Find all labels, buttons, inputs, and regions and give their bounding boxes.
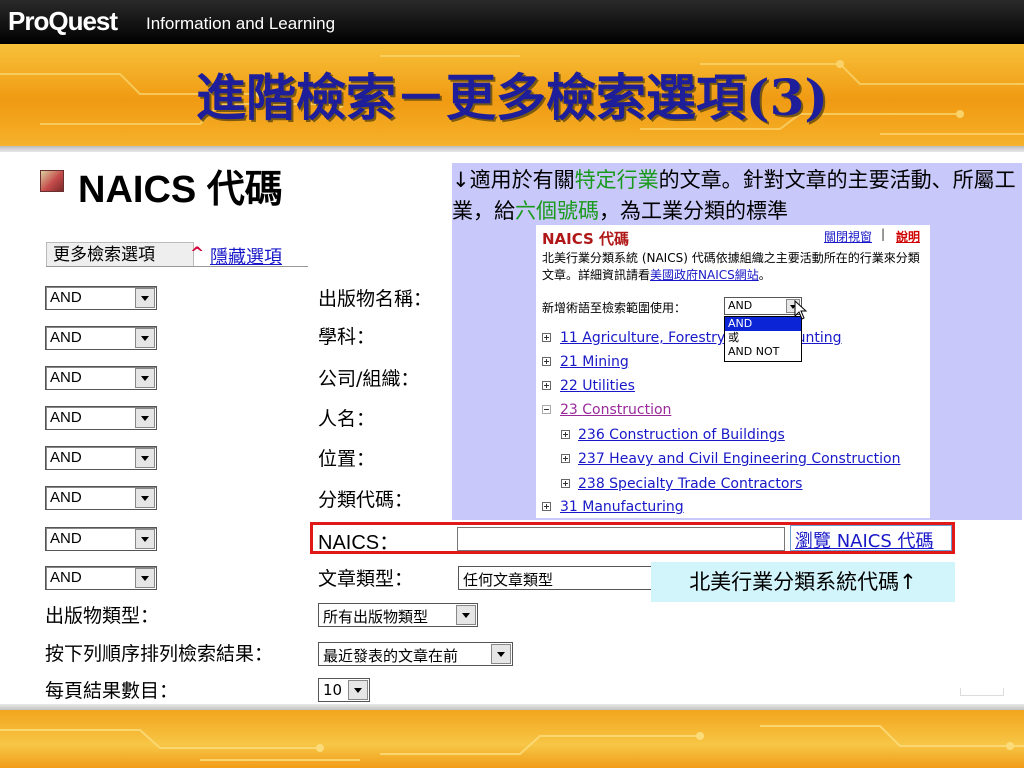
doc-type-select[interactable]: 任何文章類型	[458, 566, 658, 590]
bullet-icon	[40, 170, 64, 192]
per-page-select[interactable]: 10	[318, 678, 370, 702]
brand-subtitle: Information and Learning	[146, 14, 336, 33]
operator-dropdown-list: AND 或 AND NOT	[724, 316, 802, 362]
proquest-logo: ProQuest	[8, 6, 118, 36]
operator-select-5[interactable]: AND	[45, 446, 157, 470]
mouse-pointer-icon	[794, 300, 808, 320]
note-highlight: 六個號碼	[515, 199, 599, 223]
field-label-company: 公司/組織：	[318, 368, 420, 390]
chevron-down-icon[interactable]	[135, 529, 155, 549]
browse-naics-link[interactable]: 瀏覽 NAICS 代碼	[795, 527, 934, 553]
operator-value: AND	[50, 289, 82, 306]
gov-naics-site-link[interactable]: 美國政府NAICS網站	[650, 268, 759, 282]
tab-more-options[interactable]: 更多檢索選項	[46, 242, 194, 267]
doc-type-value: 任何文章類型	[463, 571, 554, 589]
tree-item-label: 11 Agriculture, Forestry, F	[560, 330, 743, 346]
field-label-doc-type: 文章類型：	[318, 568, 414, 590]
field-label-person: 人名：	[318, 408, 376, 430]
popup-operator-select[interactable]: AND	[724, 297, 802, 315]
naics-field-label: NAICS：	[318, 532, 400, 554]
description-text: 。	[758, 268, 771, 282]
tree-item-22[interactable]: 22 Utilities	[560, 378, 635, 394]
title-divider	[0, 146, 1024, 152]
chevron-down-icon[interactable]	[135, 488, 155, 508]
operator-value: AND	[50, 329, 82, 346]
circuit-decoration	[0, 725, 1024, 761]
operator-value: AND	[50, 530, 82, 547]
tree-item-21[interactable]: 21 Mining	[560, 354, 629, 370]
expand-icon[interactable]	[542, 333, 551, 342]
per-page-label: 每頁結果數目：	[45, 680, 179, 702]
tree-item-236[interactable]: 236 Construction of Buildings	[578, 427, 785, 443]
operator-value: AND	[50, 409, 82, 426]
chevron-down-icon[interactable]	[348, 680, 368, 700]
operator-select-4[interactable]: AND	[45, 406, 157, 430]
pub-type-label: 出版物類型：	[45, 605, 160, 627]
tab-divider	[46, 266, 308, 267]
pub-type-select[interactable]: 所有出版物類型	[318, 603, 478, 627]
page-title: 進階檢索－更多檢索選項(3)	[195, 68, 829, 127]
section-heading: NAICS 代碼	[78, 169, 283, 211]
tree-item-23[interactable]: 23 Construction	[560, 402, 671, 418]
dropdown-option[interactable]: AND NOT	[725, 345, 801, 359]
caret-up-icon: ^	[190, 244, 205, 264]
help-link[interactable]: 說明	[896, 228, 920, 245]
add-term-label: 新增術語至檢索範圍使用：	[542, 301, 687, 315]
operator-value: AND	[50, 489, 82, 506]
sort-select[interactable]: 最近發表的文章在前	[318, 642, 513, 666]
field-label-subject: 學科：	[318, 326, 376, 348]
note-text: ↓適用於有關	[452, 168, 575, 192]
per-page-value: 10	[323, 681, 343, 699]
expand-icon[interactable]	[561, 454, 570, 463]
chevron-down-icon[interactable]	[135, 448, 155, 468]
note-text: ，為工業分類的標準	[599, 199, 788, 223]
operator-value: AND	[728, 299, 753, 312]
operator-select-7[interactable]: AND	[45, 527, 157, 551]
operator-value: AND	[50, 369, 82, 386]
chevron-down-icon[interactable]	[135, 568, 155, 588]
operator-value: AND	[50, 569, 82, 586]
chevron-down-icon[interactable]	[491, 644, 511, 664]
footer-band	[0, 710, 1024, 768]
operator-select-8[interactable]: AND	[45, 566, 157, 590]
field-label-publication: 出版物名稱：	[318, 288, 433, 310]
operator-select-2[interactable]: AND	[45, 326, 157, 350]
expand-icon[interactable]	[542, 502, 551, 511]
tree-item-238[interactable]: 238 Specialty Trade Contractors	[578, 476, 802, 492]
field-label-classification: 分類代碼：	[318, 489, 414, 511]
chevron-down-icon[interactable]	[456, 605, 476, 625]
sort-label: 按下列順序排列檢索結果：	[45, 643, 274, 665]
note-highlight: 特定行業	[574, 168, 659, 192]
naics-note: ↓適用於有關特定行業的文章。針對文章的主要活動、所屬工業，給六個號碼，為工業分類…	[452, 165, 1022, 227]
expand-icon[interactable]	[561, 430, 570, 439]
field-label-location: 位置：	[318, 448, 376, 470]
decorative-rect	[960, 688, 1004, 696]
dropdown-option[interactable]: AND	[725, 317, 801, 331]
popup-title: NAICS 代碼	[542, 230, 630, 248]
tree-item-237[interactable]: 237 Heavy and Civil Engineering Construc…	[578, 451, 900, 467]
sort-value: 最近發表的文章在前	[323, 647, 459, 665]
popup-description: 北美行業分類系統 (NAICS) 代碼依據組織之主要活動所在的行業來分類文章。詳…	[542, 250, 922, 284]
operator-select-1[interactable]: AND	[45, 286, 157, 310]
chevron-down-icon[interactable]	[135, 408, 155, 428]
dropdown-option[interactable]: 或	[725, 331, 801, 345]
operator-select-6[interactable]: AND	[45, 486, 157, 510]
link-separator: |	[881, 227, 886, 241]
naics-code-input[interactable]	[457, 527, 785, 551]
pub-type-value: 所有出版物類型	[323, 608, 429, 626]
collapse-icon[interactable]	[542, 405, 551, 414]
chevron-down-icon[interactable]	[135, 288, 155, 308]
close-window-link[interactable]: 關閉視窗	[824, 228, 872, 245]
expand-icon[interactable]	[561, 479, 570, 488]
chevron-down-icon[interactable]	[135, 328, 155, 348]
tree-item-31[interactable]: 31 Manufacturing	[560, 499, 684, 515]
operator-select-3[interactable]: AND	[45, 366, 157, 390]
operator-value: AND	[50, 449, 82, 466]
expand-icon[interactable]	[542, 357, 551, 366]
chevron-down-icon[interactable]	[135, 368, 155, 388]
naics-callout: 北美行業分類系統代碼↑	[651, 562, 955, 602]
expand-icon[interactable]	[542, 381, 551, 390]
